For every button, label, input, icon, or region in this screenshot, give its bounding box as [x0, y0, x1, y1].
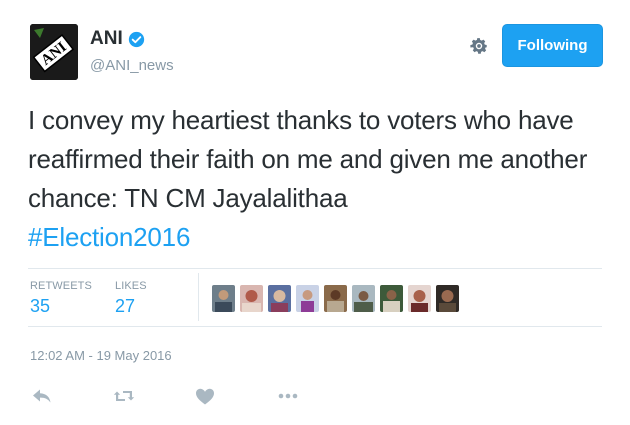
verified-badge-icon — [128, 31, 144, 47]
more-icon[interactable] — [276, 384, 300, 408]
gear-icon[interactable] — [468, 35, 490, 57]
liker-avatar[interactable] — [380, 285, 403, 312]
stats-divider-bottom — [28, 326, 602, 327]
stats-vertical-divider — [198, 273, 199, 321]
liker-avatar[interactable] — [296, 285, 319, 312]
liker-avatars — [212, 285, 459, 312]
user-name-row[interactable]: ANI — [90, 28, 145, 50]
liker-avatar[interactable] — [324, 285, 347, 312]
tweet-timestamp[interactable]: 12:02 AM - 19 May 2016 — [30, 348, 172, 363]
user-handle[interactable]: @ANI_news — [90, 57, 174, 74]
following-button[interactable]: Following — [502, 24, 603, 67]
profile-avatar[interactable]: ANI — [30, 24, 78, 80]
hashtag-link[interactable]: #Election2016 — [28, 218, 618, 257]
heart-icon[interactable] — [193, 384, 217, 408]
user-name[interactable]: ANI — [90, 28, 123, 50]
tweet-text: I convey my heartiest thanks to voters w… — [28, 101, 618, 257]
tweet-body: I convey my heartiest thanks to voters w… — [28, 105, 588, 213]
retweets-label[interactable]: RETWEETS — [30, 280, 92, 292]
liker-avatar[interactable] — [408, 285, 431, 312]
liker-avatar[interactable] — [268, 285, 291, 312]
likes-count[interactable]: 27 — [115, 296, 135, 317]
liker-avatar[interactable] — [240, 285, 263, 312]
retweets-count[interactable]: 35 — [30, 296, 50, 317]
reply-icon[interactable] — [30, 384, 54, 408]
liker-avatar[interactable] — [436, 285, 459, 312]
liker-avatar[interactable] — [352, 285, 375, 312]
stats-divider-top — [28, 268, 602, 269]
retweet-icon[interactable] — [112, 384, 136, 408]
likes-label[interactable]: LIKES — [115, 280, 147, 292]
liker-avatar[interactable] — [212, 285, 235, 312]
